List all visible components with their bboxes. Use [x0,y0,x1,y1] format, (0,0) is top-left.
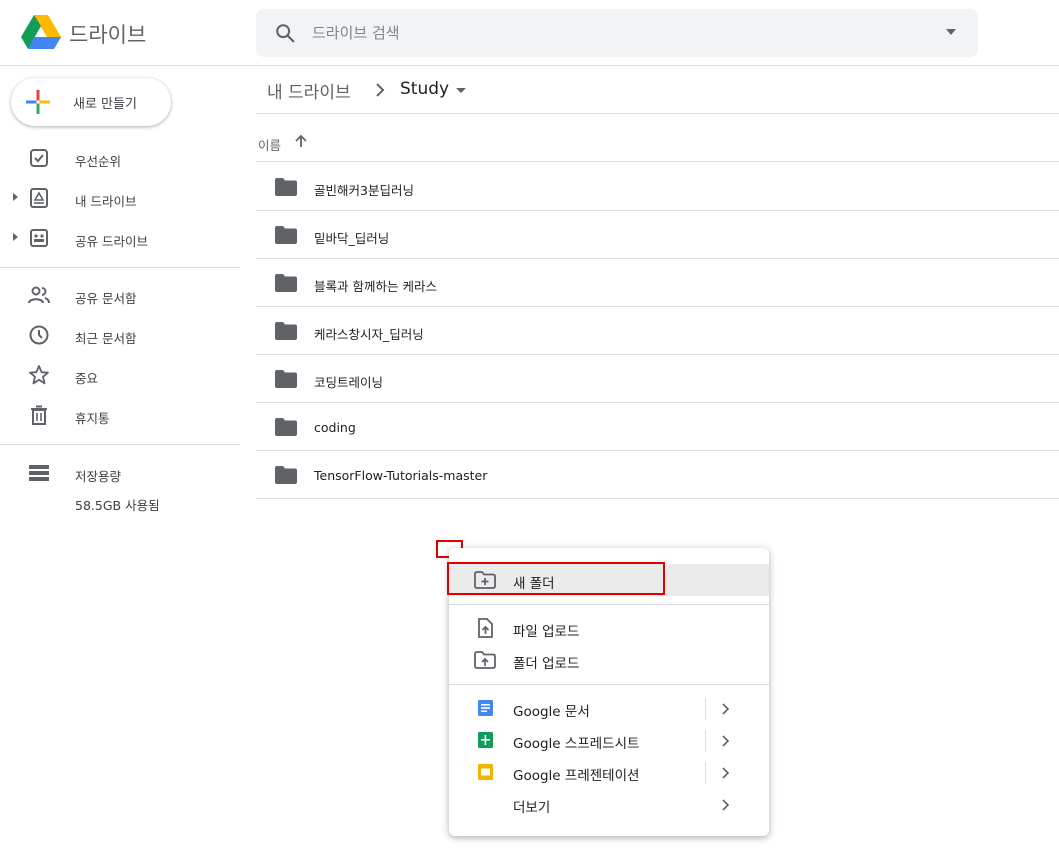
chevron-right-icon[interactable] [721,735,729,747]
folder-row[interactable]: 밑바닥_딥러닝 [256,211,1059,259]
sidebar-item-recent[interactable]: 최근 문서함 [0,315,240,355]
folder-row[interactable]: 코딩트레이닝 [256,355,1059,403]
google-sheets-icon [478,732,493,748]
file-upload-icon [478,618,493,638]
trash-icon [31,405,47,425]
folder-menu-caret-icon[interactable] [456,88,466,93]
sidebar-item-label: 공유 드라이브 [75,234,148,249]
menu-item-google-slides[interactable]: Google 프레젠테이션 [449,756,769,788]
menu-item-folder-upload[interactable]: 폴더 업로드 [449,644,769,676]
shared-drives-icon [30,229,48,247]
sidebar-divider [0,444,240,445]
star-icon [29,365,49,385]
submenu-separator [705,762,706,784]
column-name-header[interactable]: 이름 [258,135,281,154]
menu-divider [449,604,769,605]
google-slides-icon [478,764,493,780]
sidebar-item-my-drive[interactable]: 내 드라이브 [0,178,240,218]
sidebar-item-label: 휴지통 [75,411,110,426]
storage-label: 저장용량 [75,469,122,484]
sidebar-item-storage[interactable]: 저장용량 [0,453,240,493]
sidebar-item-trash[interactable]: 휴지통 [0,395,240,435]
new-folder-highlight [447,562,665,595]
chevron-right-icon[interactable] [721,703,729,715]
folder-name: 코딩트레이닝 [314,375,384,390]
search-options-caret-icon[interactable] [946,29,956,35]
menu-item-label: Google 문서 [513,704,590,720]
folder-row[interactable]: 블록과 함께하는 케라스 [256,259,1059,307]
folder-icon [275,370,297,388]
folder-name: 밑바닥_딥러닝 [314,231,390,246]
submenu-separator [705,698,706,720]
menu-item-label: Google 프레젠테이션 [513,768,640,784]
sidebar-item-priority[interactable]: 우선순위 [0,138,240,178]
sidebar-divider [0,267,240,268]
sidebar-item-label: 우선순위 [75,154,122,169]
menu-item-label: Google 스프레드시트 [513,736,640,752]
expand-arrow-icon[interactable] [13,193,18,201]
menu-item-google-docs[interactable]: Google 문서 [449,692,769,724]
search-input[interactable] [312,19,912,47]
app-name[interactable]: 드라이브 [69,19,146,49]
folder-row[interactable]: 케라스창시자_딥러닝 [256,307,1059,355]
breadcrumb-current-folder[interactable]: Study [400,79,449,99]
folder-icon [275,322,297,340]
folder-icon [275,274,297,292]
recent-clock-icon [29,325,49,345]
priority-check-icon [30,149,48,167]
expand-arrow-icon[interactable] [13,233,18,241]
drive-logo-icon[interactable] [21,14,61,50]
sidebar-item-shared-with-me[interactable]: 공유 문서함 [0,275,240,315]
top-bar: 드라이브 [0,0,1059,66]
folder-name: 블록과 함께하는 케라스 [314,279,437,294]
sidebar-item-label: 공유 문서함 [75,291,137,306]
search-icon[interactable] [274,22,296,44]
column-header: 이름 [256,114,1059,162]
menu-item-label: 파일 업로드 [513,624,580,640]
sidebar-item-label: 최근 문서함 [75,331,137,346]
folder-upload-icon [474,651,496,669]
chevron-right-icon[interactable] [721,767,729,779]
folder-row[interactable]: coding [256,403,1059,451]
folder-row[interactable]: TensorFlow-Tutorials-master [256,451,1059,499]
folder-icon [275,178,297,196]
folder-icon [275,226,297,244]
breadcrumb-my-drive[interactable]: 내 드라이브 [267,78,351,103]
folder-name: 케라스창시자_딥러닝 [314,327,424,342]
submenu-separator [705,730,706,752]
folder-icon [275,466,297,484]
sidebar-item-shared-drives[interactable]: 공유 드라이브 [0,218,240,258]
menu-item-more[interactable]: 더보기 [449,788,769,820]
search-bar[interactable] [256,9,978,57]
sidebar-item-starred[interactable]: 중요 [0,355,240,395]
folder-row[interactable]: 골빈해커3분딥러닝 [256,163,1059,211]
menu-item-label: 더보기 [513,800,551,816]
folder-name: 골빈해커3분딥러닝 [314,183,414,198]
shared-with-me-icon [28,286,50,304]
chevron-right-icon [376,83,385,97]
sort-arrow-up-icon[interactable] [294,134,308,148]
chevron-right-icon[interactable] [721,799,729,811]
folder-name: coding [314,420,356,435]
new-button[interactable]: 새로 만들기 [11,78,171,126]
new-plus-icon [26,90,50,114]
storage-icon [29,465,49,481]
google-docs-icon [478,700,493,716]
menu-item-file-upload[interactable]: 파일 업로드 [449,612,769,644]
my-drive-icon [30,188,48,208]
breadcrumb: 내 드라이브 Study [256,66,1059,114]
sidebar-item-label: 중요 [75,371,99,386]
folder-icon [275,418,297,436]
menu-item-label: 폴더 업로드 [513,656,580,672]
sidebar-item-label: 내 드라이브 [75,194,137,209]
folder-name: TensorFlow-Tutorials-master [314,468,488,483]
storage-used: 58.5GB 사용됨 [75,498,160,513]
new-button-label: 새로 만들기 [73,97,137,112]
menu-divider [449,684,769,685]
menu-item-google-sheets[interactable]: Google 스프레드시트 [449,724,769,756]
